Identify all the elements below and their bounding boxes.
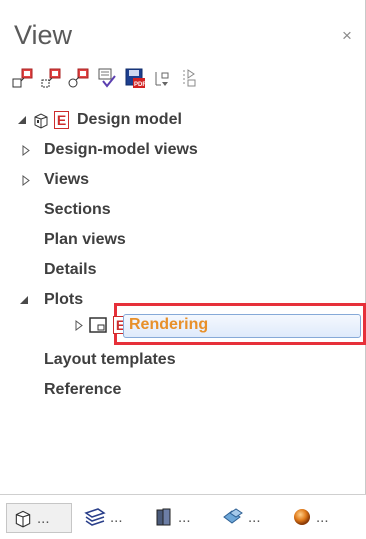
close-button[interactable]: × xyxy=(342,26,352,46)
library-icon xyxy=(154,507,174,527)
tree-item-label-selected: Rendering xyxy=(129,316,209,333)
tab-dots: ... xyxy=(316,508,329,526)
tab-materials[interactable]: ... xyxy=(286,503,350,531)
expanded-arrow-icon[interactable] xyxy=(20,296,28,304)
layers-icon xyxy=(84,507,106,527)
tree-item-label: Reference xyxy=(44,381,122,398)
duplicate-view-icon[interactable] xyxy=(68,67,90,89)
new-subview-icon[interactable] xyxy=(40,67,62,89)
toolbar: PDF xyxy=(12,66,208,90)
plot-layout-icon xyxy=(89,317,107,333)
tree-item-views[interactable]: Views xyxy=(22,168,89,192)
tab-objects[interactable]: ... xyxy=(216,503,278,531)
materials-icon xyxy=(292,507,312,527)
panel-title: View xyxy=(14,20,73,50)
sort-icon[interactable] xyxy=(152,67,174,89)
tree-item-design-model-views[interactable]: Design-model views xyxy=(22,138,198,162)
tab-3d-model[interactable]: ... xyxy=(6,503,72,533)
collapsed-arrow-icon[interactable] xyxy=(22,144,30,156)
tree-item-label: Sections xyxy=(44,201,111,218)
tab-dots: ... xyxy=(178,508,191,526)
objects-icon xyxy=(222,507,244,527)
collapsed-arrow-icon[interactable] xyxy=(22,174,30,186)
tree-item-layout-templates[interactable]: Layout templates xyxy=(44,348,176,372)
tree-item-plan-views[interactable]: Plan views xyxy=(44,228,126,252)
view-panel: View × PDF E Design model Design-model v… xyxy=(0,0,366,539)
bottom-tab-bar: ... ... ... ... ... xyxy=(0,494,366,539)
tree-item-label: Plots xyxy=(44,291,84,308)
save-pdf-icon[interactable]: PDF xyxy=(124,67,146,89)
tab-dots: ... xyxy=(37,509,50,527)
new-view-icon[interactable] xyxy=(12,67,34,89)
tree-item-label: Plan views xyxy=(44,231,126,248)
tree-item-details[interactable]: Details xyxy=(44,258,96,282)
move-icon[interactable] xyxy=(180,67,202,89)
svg-text:PDF: PDF xyxy=(134,82,146,88)
tab-dots: ... xyxy=(248,508,261,526)
tree-item-label: Design model xyxy=(77,111,182,128)
e-badge-icon: E xyxy=(54,111,69,129)
tree-item-plots[interactable]: Plots xyxy=(20,288,83,312)
expanded-arrow-icon[interactable] xyxy=(18,116,26,124)
3d-model-icon xyxy=(13,508,33,528)
tab-layers[interactable]: ... xyxy=(78,503,140,531)
3d-model-icon xyxy=(32,111,50,129)
tree-item-label: Layout templates xyxy=(44,351,176,368)
tab-dots: ... xyxy=(110,508,123,526)
tree-item-reference[interactable]: Reference xyxy=(44,378,121,402)
tree-item-design-model[interactable]: E Design model xyxy=(18,108,182,132)
tree-item-label: Views xyxy=(44,171,90,188)
tree-item-label: Design-model views xyxy=(44,141,198,158)
collapsed-arrow-icon[interactable] xyxy=(75,319,83,331)
tree-item-label: Details xyxy=(44,261,97,278)
tab-library[interactable]: ... xyxy=(148,503,210,531)
tree-item-sections[interactable]: Sections xyxy=(44,198,111,222)
tree-item-rendering-icons: E xyxy=(75,316,128,334)
check-view-icon[interactable] xyxy=(96,67,118,89)
